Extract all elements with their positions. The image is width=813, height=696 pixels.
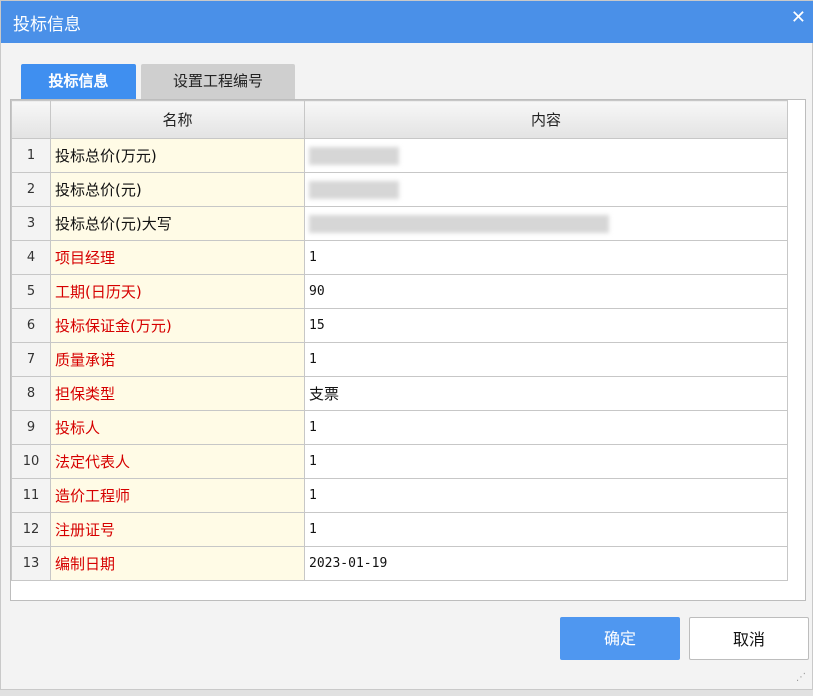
row-name-cell: 投标总价(元)	[50, 172, 305, 207]
table-row[interactable]: 5 工期(日历天) 90	[11, 274, 788, 309]
background-strip	[0, 690, 813, 696]
row-name-cell: 质量承诺	[50, 342, 305, 377]
row-name-cell: 投标总价(元)大写	[50, 206, 305, 241]
close-icon[interactable]: ✕	[791, 7, 806, 28]
title-bar[interactable]: 投标信息 ✕	[1, 1, 813, 43]
row-number: 7	[11, 342, 51, 377]
row-value-cell[interactable]: 15	[304, 308, 788, 343]
row-number: 5	[11, 274, 51, 309]
resize-grip-icon[interactable]: ⋰	[796, 672, 806, 683]
row-value-cell[interactable]: 1	[304, 512, 788, 547]
table-row[interactable]: 7 质量承诺 1	[11, 342, 788, 377]
row-value-redacted[interactable]	[304, 206, 788, 241]
tab-set-project-number[interactable]: 设置工程编号	[141, 64, 295, 99]
table-row[interactable]: 8 担保类型 支票	[11, 376, 788, 411]
table-header-row: 名称 内容	[11, 100, 788, 139]
row-value-cell[interactable]: 1	[304, 478, 788, 513]
row-name-cell: 投标总价(万元)	[50, 138, 305, 173]
row-value-redacted[interactable]	[304, 138, 788, 173]
row-number: 4	[11, 240, 51, 275]
table-row[interactable]: 4 项目经理 1	[11, 240, 788, 275]
table-row[interactable]: 10 法定代表人 1	[11, 444, 788, 479]
table-row[interactable]: 6 投标保证金(万元) 15	[11, 308, 788, 343]
header-content: 内容	[304, 100, 788, 139]
row-name-cell: 投标保证金(万元)	[50, 308, 305, 343]
row-number: 9	[11, 410, 51, 445]
row-number: 11	[11, 478, 51, 513]
row-number: 2	[11, 172, 51, 207]
bid-info-grid: 名称 内容 1 投标总价(万元) 2 投标总价(元) 3 投标总价(元)大写 4 项目经理 1 5…	[10, 99, 806, 601]
row-number: 3	[11, 206, 51, 241]
table-row[interactable]: 12 注册证号 1	[11, 512, 788, 547]
tab-bid-info[interactable]: 投标信息	[21, 64, 136, 99]
header-row-number	[11, 100, 51, 139]
row-value-redacted[interactable]	[304, 172, 788, 207]
table-row[interactable]: 11 造价工程师 1	[11, 478, 788, 513]
bid-info-table: 名称 内容 1 投标总价(万元) 2 投标总价(元) 3 投标总价(元)大写 4 项目经理 1 5…	[11, 100, 788, 581]
row-name-cell: 造价工程师	[50, 478, 305, 513]
row-number: 10	[11, 444, 51, 479]
row-name-cell: 投标人	[50, 410, 305, 445]
row-value-cell[interactable]: 2023-01-19	[304, 546, 788, 581]
redacted-value-mask	[309, 146, 399, 165]
redacted-value-mask	[309, 180, 399, 199]
row-name-cell: 工期(日历天)	[50, 274, 305, 309]
table-row[interactable]: 1 投标总价(万元)	[11, 138, 788, 173]
dialog-title: 投标信息	[13, 15, 81, 35]
row-number: 12	[11, 512, 51, 547]
cancel-button[interactable]: 取消	[689, 617, 809, 660]
row-number: 8	[11, 376, 51, 411]
row-value-cell[interactable]: 90	[304, 274, 788, 309]
row-name-cell: 担保类型	[50, 376, 305, 411]
table-row[interactable]: 9 投标人 1	[11, 410, 788, 445]
row-value-cell[interactable]: 支票	[304, 376, 788, 411]
row-number: 13	[11, 546, 51, 581]
bid-info-dialog: 投标信息 ✕ 投标信息 设置工程编号 名称 内容 1 投标总价(万元) 2 投标总价(…	[0, 0, 813, 690]
table-row[interactable]: 2 投标总价(元)	[11, 172, 788, 207]
row-name-cell: 法定代表人	[50, 444, 305, 479]
row-name-cell: 项目经理	[50, 240, 305, 275]
row-number: 6	[11, 308, 51, 343]
table-row[interactable]: 13 编制日期 2023-01-19	[11, 546, 788, 581]
row-value-cell[interactable]: 1	[304, 240, 788, 275]
row-value-cell[interactable]: 1	[304, 410, 788, 445]
row-name-cell: 注册证号	[50, 512, 305, 547]
table-row[interactable]: 3 投标总价(元)大写	[11, 206, 788, 241]
row-value-cell[interactable]: 1	[304, 342, 788, 377]
row-name-cell: 编制日期	[50, 546, 305, 581]
redacted-value-mask	[309, 214, 609, 233]
row-number: 1	[11, 138, 51, 173]
header-name: 名称	[50, 100, 305, 139]
row-value-cell[interactable]: 1	[304, 444, 788, 479]
confirm-button[interactable]: 确定	[560, 617, 680, 660]
